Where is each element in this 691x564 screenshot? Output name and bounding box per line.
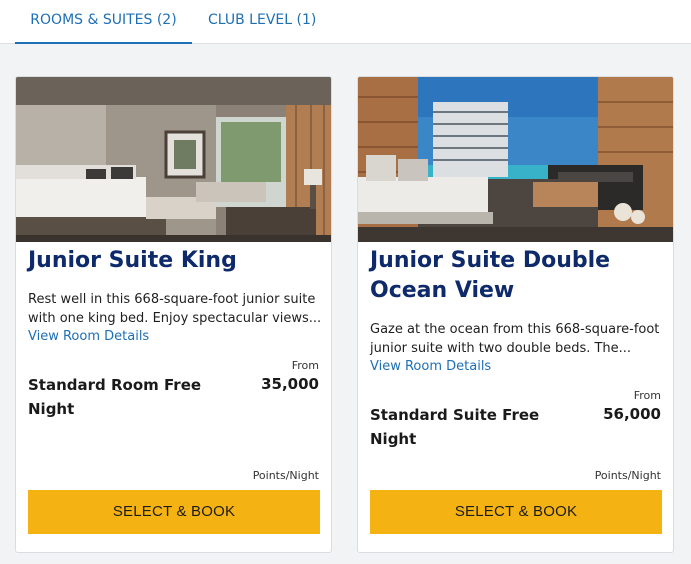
room-card-junior-suite-king: Junior Suite King Rest well in this 668-… bbox=[15, 76, 332, 553]
points-amount: 56,000 bbox=[603, 405, 661, 423]
points-amount: 35,000 bbox=[261, 375, 319, 393]
room-title: Junior Suite Double Ocean View bbox=[370, 248, 611, 303]
tab-club-level[interactable]: CLUB LEVEL (1) bbox=[208, 0, 316, 44]
from-label: From bbox=[633, 389, 661, 402]
points-unit-label: Points/Night bbox=[252, 469, 319, 482]
bedroom-photo-image bbox=[16, 77, 331, 242]
tab-rooms-and-suites[interactable]: ROOMS & SUITES (2) bbox=[15, 0, 192, 44]
rate-name: Standard Suite Free Night bbox=[370, 406, 540, 448]
room-title: Junior Suite King bbox=[28, 248, 237, 273]
room-photo[interactable] bbox=[16, 77, 331, 242]
from-label: From bbox=[291, 359, 319, 372]
room-description: Gaze at the ocean from this 668-square-f… bbox=[370, 322, 660, 356]
room-type-tabs: ROOMS & SUITES (2) CLUB LEVEL (1) bbox=[0, 0, 691, 44]
room-card-junior-suite-double-ocean-view: Junior Suite Double Ocean View Gaze at t… bbox=[357, 76, 674, 553]
room-photo[interactable] bbox=[358, 77, 673, 242]
view-room-details-link[interactable]: View Room Details bbox=[28, 328, 149, 345]
view-room-details-link[interactable]: View Room Details bbox=[370, 358, 491, 375]
ocean-terrace-photo-image bbox=[358, 77, 673, 242]
room-description: Rest well in this 668-square-foot junior… bbox=[28, 292, 322, 326]
select-and-book-button[interactable]: SELECT & BOOK bbox=[370, 490, 662, 534]
points-unit-label: Points/Night bbox=[594, 469, 661, 482]
rate-name: Standard Room Free Night bbox=[28, 376, 202, 418]
select-and-book-button[interactable]: SELECT & BOOK bbox=[28, 490, 320, 534]
